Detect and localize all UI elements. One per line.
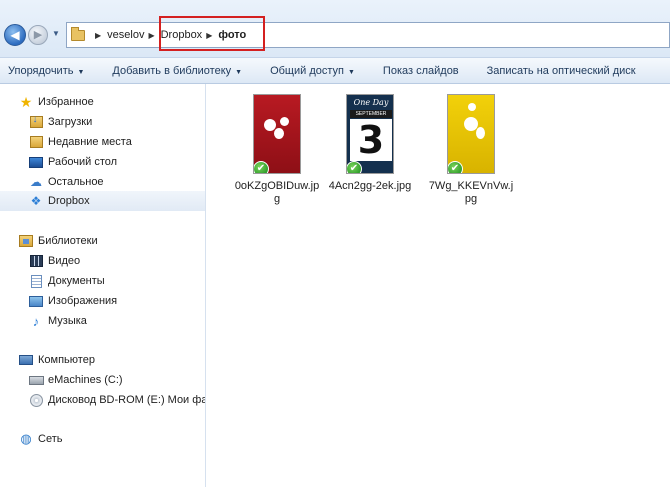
- chevron-down-icon: ▼: [347, 68, 355, 76]
- sidebar-network-label: Сеть: [38, 433, 63, 445]
- sync-check-icon: ✔: [347, 161, 362, 173]
- file-name[interactable]: 4Acn2gg-2ek.jpg: [322, 180, 418, 193]
- file-item[interactable]: ✔ 0oKZgOBIDuw.jpg: [229, 94, 325, 206]
- slideshow-button[interactable]: Показ слайдов: [375, 65, 467, 77]
- chevron-right-icon[interactable]: ▶: [95, 31, 101, 40]
- address-bar[interactable]: ▶ veselov ▶ Dropbox ▶ фото: [66, 16, 670, 51]
- organize-button[interactable]: Упорядочить ▼: [0, 65, 92, 77]
- sidebar-item-label: Загрузки: [48, 116, 93, 128]
- thumbnail-title: One Day: [353, 98, 389, 107]
- chevron-down-icon: ▼: [77, 68, 85, 76]
- thumbnail-number: 3: [350, 119, 392, 161]
- optical-drive-icon: [28, 392, 44, 408]
- navigation-pane: ★ Избранное Загрузки Недавние места Рабо…: [0, 84, 206, 487]
- sidebar-item-music[interactable]: ♪ Музыка: [28, 311, 205, 331]
- libraries-icon: [18, 233, 34, 249]
- sidebar-computer-label: Компьютер: [38, 354, 95, 366]
- sidebar-computer[interactable]: Компьютер: [18, 350, 205, 370]
- sidebar-item-dropbox[interactable]: ❖ Dropbox: [0, 191, 205, 211]
- highlight-box: [159, 16, 265, 51]
- sidebar-item-desktop[interactable]: Рабочий стол: [28, 152, 205, 172]
- organize-label: Упорядочить: [8, 64, 74, 77]
- file-thumbnail[interactable]: One Day SEPTEMBER 3 ✔: [346, 94, 394, 174]
- sidebar-item-label: Недавние места: [48, 136, 132, 148]
- back-button[interactable]: ◀: [4, 24, 26, 46]
- share-button[interactable]: Общий доступ ▼: [262, 65, 363, 77]
- sidebar-item-label: Дисковод BD-ROM (E:) Мои фа: [48, 394, 206, 406]
- sidebar-item-label: eMachines (C:): [48, 374, 123, 386]
- cloud-icon: ☁: [30, 175, 42, 189]
- network-icon: ◍: [20, 431, 32, 446]
- thumbnail-shape: [476, 127, 485, 139]
- sidebar-item-label: Остальное: [48, 176, 104, 188]
- file-thumbnail[interactable]: ✔: [447, 94, 495, 174]
- downloads-folder-icon: [28, 114, 44, 130]
- images-icon: [28, 293, 44, 309]
- sidebar-item-video[interactable]: Видео: [28, 251, 205, 271]
- sidebar-item-label: Dropbox: [48, 195, 90, 207]
- chevron-right-icon[interactable]: ▶: [148, 31, 154, 40]
- sidebar-item-label: Видео: [48, 255, 81, 267]
- share-label: Общий доступ: [270, 64, 344, 77]
- sidebar-item-label: Рабочий стол: [48, 156, 118, 168]
- sidebar-item-label: Изображения: [48, 295, 118, 307]
- folder-icon: [71, 26, 85, 41]
- sidebar-item-drive-c[interactable]: eMachines (C:): [28, 370, 205, 390]
- hard-drive-icon: [28, 372, 44, 388]
- add-to-library-label: Добавить в библиотеку: [112, 64, 232, 77]
- sidebar-libraries-label: Библиотеки: [38, 235, 98, 247]
- breadcrumb-item-veselov[interactable]: veselov: [107, 29, 144, 41]
- file-name[interactable]: 7Wg_KKEVnVw.jpg: [423, 180, 519, 206]
- sidebar-item-label: Документы: [48, 275, 105, 287]
- file-thumbnail[interactable]: ✔: [253, 94, 301, 174]
- documents-icon: [28, 273, 44, 289]
- address-bar-row: ◀ ▶ ▼ ▶ veselov ▶ Dropbox ▶ фото: [0, 0, 670, 58]
- file-item[interactable]: One Day SEPTEMBER 3 ✔ 4Acn2gg-2ek.jpg: [322, 94, 418, 193]
- burn-button[interactable]: Записать на оптический диск: [479, 65, 644, 77]
- sidebar-item-label: Музыка: [48, 315, 87, 327]
- file-name[interactable]: 0oKZgOBIDuw.jpg: [229, 180, 325, 206]
- sync-check-icon: ✔: [254, 161, 269, 173]
- sidebar-item-downloads[interactable]: Загрузки: [28, 112, 205, 132]
- sidebar-network[interactable]: ◍ Сеть: [18, 429, 205, 449]
- recent-pages-dropdown-icon[interactable]: ▼: [52, 29, 62, 39]
- sidebar-item-recent-places[interactable]: Недавние места: [28, 132, 205, 152]
- music-icon: ♪: [32, 313, 40, 329]
- desktop-icon: [28, 154, 44, 170]
- dropbox-icon: ❖: [30, 194, 42, 208]
- thumbnail-shape: [468, 103, 476, 111]
- sidebar-item-other[interactable]: ☁ Остальное: [28, 172, 205, 192]
- star-icon: ★: [19, 93, 33, 110]
- thumbnail-month: SEPTEMBER: [350, 110, 392, 118]
- recent-places-icon: [28, 134, 44, 150]
- forward-button[interactable]: ▶: [28, 25, 48, 45]
- sidebar-item-documents[interactable]: Документы: [28, 271, 205, 291]
- sidebar-item-drive-e[interactable]: Дисковод BD-ROM (E:) Мои фа: [28, 390, 206, 410]
- file-list[interactable]: ✔ 0oKZgOBIDuw.jpg One Day SEPTEMBER 3 ✔ …: [207, 84, 670, 487]
- thumbnail-shape: [274, 128, 284, 139]
- computer-icon: [18, 352, 34, 368]
- sync-check-icon: ✔: [448, 161, 463, 173]
- file-item[interactable]: ✔ 7Wg_KKEVnVw.jpg: [423, 94, 519, 206]
- thumbnail-shape: [280, 117, 289, 126]
- sidebar-favorites[interactable]: ★ Избранное: [18, 92, 205, 112]
- command-bar: Упорядочить ▼ Добавить в библиотеку ▼ Общи…: [0, 58, 670, 84]
- sidebar-libraries[interactable]: Библиотеки: [18, 231, 205, 251]
- sidebar-favorites-label: Избранное: [38, 96, 94, 108]
- add-to-library-button[interactable]: Добавить в библиотеку ▼: [104, 65, 250, 77]
- chevron-down-icon: ▼: [235, 68, 243, 76]
- video-icon: [28, 253, 44, 269]
- sidebar-item-images[interactable]: Изображения: [28, 291, 205, 311]
